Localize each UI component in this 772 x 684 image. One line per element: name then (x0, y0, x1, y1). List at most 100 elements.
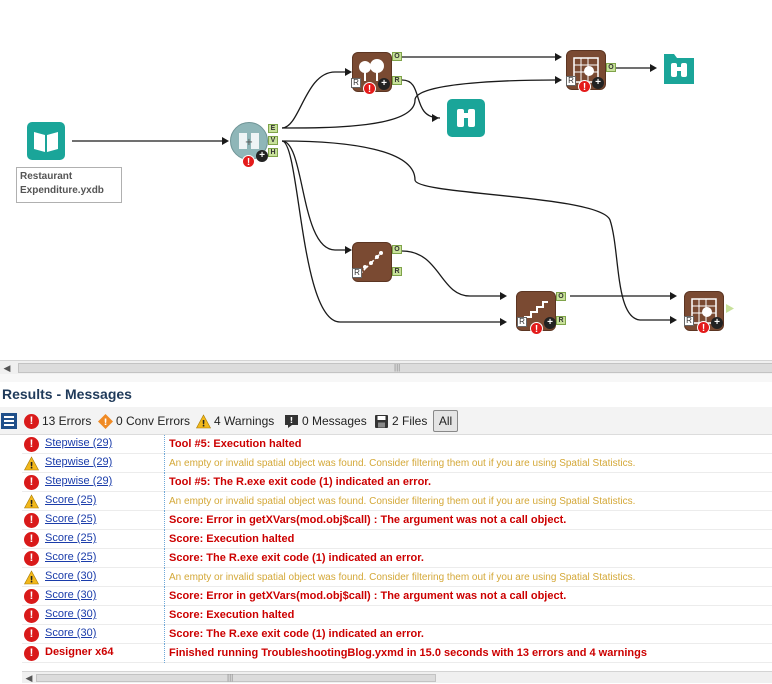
message-source-link[interactable]: Stepwise (29) (45, 437, 112, 449)
error-icon: ! (24, 627, 39, 642)
message-row[interactable]: ! Stepwise (29) Tool #5: Execution halted (22, 435, 772, 454)
plus-badge: + (544, 317, 556, 329)
scroll-thumb[interactable]: ||| (36, 673, 436, 682)
column-divider (164, 625, 165, 644)
browse-icon (447, 99, 485, 137)
message-row[interactable]: ! Score (25) Score: Error in getXVars(mod.… (22, 511, 772, 530)
column-divider (164, 606, 165, 625)
message-row[interactable]: ! Score (30) Score: Error in getXVars(mod.… (22, 587, 772, 606)
output-anchor[interactable]: O (606, 63, 616, 72)
output-anchor-o[interactable]: O (392, 245, 402, 254)
message-row[interactable]: ! Stepwise (29) An empty or invalid spatia… (22, 454, 772, 473)
filter-all-button[interactable]: All (433, 410, 458, 432)
svg-text:!: ! (29, 576, 33, 586)
message-row[interactable]: ! Designer x64 Finished running Troublesho… (22, 644, 772, 663)
filter-warnings[interactable]: ! 4 Warnings (196, 411, 274, 431)
message-text: An empty or invalid spatial object was f… (169, 458, 636, 469)
workflow-canvas[interactable]: Restaurant Expenditure.yxdb + E V H ! + … (0, 0, 772, 360)
scroll-left-arrow[interactable]: ◀ (22, 672, 36, 684)
output-anchor-o[interactable]: O (556, 292, 566, 301)
message-source-link[interactable]: Score (30) (45, 608, 96, 620)
message-text: Tool #5: The R.exe exit code (1) indicat… (169, 476, 432, 488)
output-anchor-h[interactable]: H (268, 148, 278, 157)
column-divider (164, 435, 165, 454)
canvas-horizontal-scrollbar[interactable]: ◀ ||| (0, 360, 772, 374)
output-anchor-r[interactable]: R (556, 316, 566, 325)
message-source-link[interactable]: Stepwise (29) (45, 475, 112, 487)
message-text: An empty or invalid spatial object was f… (169, 496, 636, 507)
scroll-thumb[interactable]: ||| (18, 363, 772, 373)
output-anchor-r[interactable]: R (392, 267, 402, 276)
message-row[interactable]: ! Score (30) An empty or invalid spatial o… (22, 568, 772, 587)
message-source-link[interactable]: Score (25) (45, 551, 96, 563)
message-row[interactable]: ! Score (25) Score: The R.exe exit code (1… (22, 549, 772, 568)
message-source-link[interactable]: Score (30) (45, 589, 96, 601)
svg-text:!: ! (290, 416, 294, 425)
r-badge: R (352, 268, 362, 278)
save-icon (375, 414, 388, 428)
output-anchor-o[interactable]: O (392, 52, 402, 61)
message-text: Tool #5: Execution halted (169, 438, 302, 450)
plus-badge: + (592, 77, 604, 89)
column-divider (164, 568, 165, 587)
message-source-link[interactable]: Score (30) (45, 627, 96, 639)
r-badge: R (351, 78, 361, 88)
error-badge: ! (530, 322, 543, 335)
message-text: Score: The R.exe exit code (1) indicated… (169, 552, 424, 564)
browse-tool-middle[interactable] (446, 98, 486, 138)
message-source: Designer x64 (45, 646, 114, 658)
message-source-link[interactable]: Score (30) (45, 570, 96, 582)
svg-text:+: + (245, 137, 253, 148)
column-divider (164, 530, 165, 549)
message-source-link[interactable]: Score (25) (45, 532, 96, 544)
svg-text:!: ! (103, 418, 107, 428)
message-row[interactable]: ! Score (25) Score: Execution halted (22, 530, 772, 549)
error-icon: ! (24, 532, 39, 547)
messages-horizontal-scrollbar[interactable]: ◀ ||| (22, 671, 772, 683)
filter-messages[interactable]: ! 0 Messages (284, 411, 367, 431)
filter-files[interactable]: 2 Files (374, 411, 427, 431)
filter-conv-errors[interactable]: ! 0 Conv Errors (98, 411, 190, 431)
warning-icon: ! (24, 456, 39, 471)
message-source-link[interactable]: Score (25) (45, 513, 96, 525)
warning-icon: ! (24, 570, 39, 585)
output-anchor-e[interactable]: E (268, 124, 278, 133)
error-badge: ! (242, 155, 255, 168)
message-source-link[interactable]: Score (25) (45, 494, 96, 506)
message-source-link[interactable]: Stepwise (29) (45, 456, 112, 468)
output-anchor-r[interactable]: R (392, 76, 402, 85)
column-divider (164, 511, 165, 530)
conversion-error-icon: ! (98, 413, 113, 429)
message-text: Score: The R.exe exit code (1) indicated… (169, 628, 424, 640)
column-divider (164, 549, 165, 568)
output-anchor-v[interactable]: V (268, 136, 278, 145)
messages-list: ! Stepwise (29) Tool #5: Execution halted!… (22, 435, 772, 663)
message-row[interactable]: ! Score (30) Score: The R.exe exit code (1… (22, 625, 772, 644)
results-panel-title: Results - Messages (2, 386, 132, 402)
plus-badge: + (711, 317, 723, 329)
r-badge: R (517, 317, 527, 327)
error-badge: ! (578, 80, 591, 93)
message-row[interactable]: ! Score (30) Score: Execution halted (22, 606, 772, 625)
input-data-tool[interactable] (26, 121, 66, 161)
svg-text:!: ! (29, 500, 33, 510)
panel-splitter[interactable] (0, 374, 772, 382)
results-toolbar: ! 13 Errors ! 0 Conv Errors ! 4 Warnings… (0, 407, 772, 435)
scroll-left-arrow[interactable]: ◀ (0, 361, 14, 375)
column-divider (164, 587, 165, 606)
browse-tool-top[interactable] (660, 50, 700, 90)
filter-errors[interactable]: ! 13 Errors (24, 411, 91, 431)
list-icon[interactable] (1, 413, 17, 429)
error-icon: ! (24, 437, 39, 452)
message-text: Score: Execution halted (169, 533, 295, 545)
error-badge: ! (363, 82, 376, 95)
column-divider (164, 492, 165, 511)
message-row[interactable]: ! Score (25) An empty or invalid spatial o… (22, 492, 772, 511)
error-icon: ! (24, 608, 39, 623)
message-row[interactable]: ! Stepwise (29) Tool #5: The R.exe exit co… (22, 473, 772, 492)
message-icon: ! (285, 414, 298, 428)
error-icon: ! (24, 589, 39, 604)
column-divider (164, 454, 165, 473)
book-icon (27, 122, 65, 160)
warning-icon: ! (24, 494, 39, 509)
